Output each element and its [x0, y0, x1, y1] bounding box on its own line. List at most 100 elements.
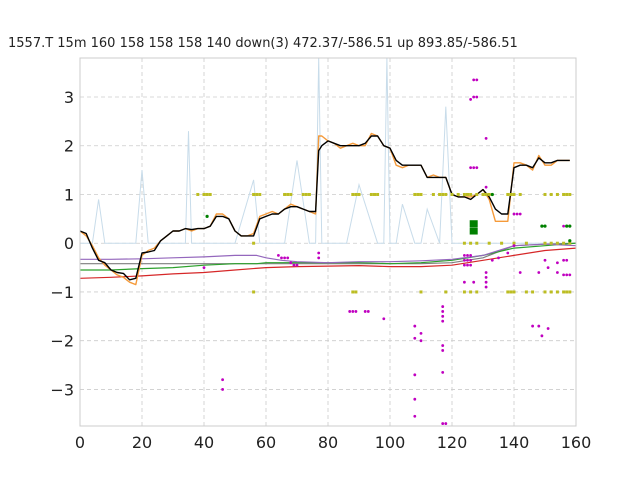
magenta-marker [413, 373, 417, 377]
magenta-marker [475, 78, 479, 82]
magenta-marker [354, 310, 358, 313]
olive-marker [562, 241, 566, 245]
y-axis: −3 −2 −1 0 1 2 3 [50, 88, 74, 399]
magenta-marker [419, 339, 423, 343]
magenta-marker [472, 95, 476, 99]
magenta-marker [484, 285, 488, 289]
olive-marker [512, 290, 516, 294]
magenta-marker [221, 388, 225, 391]
y-tick-label: 0 [64, 234, 74, 253]
olive-marker [469, 241, 473, 245]
olive-marker [444, 290, 448, 294]
magenta-marker [562, 224, 565, 228]
olive-marker [568, 290, 572, 294]
magenta-marker [441, 310, 445, 313]
olive-marker [205, 192, 209, 196]
magenta-marker [484, 185, 488, 189]
olive-marker [475, 192, 479, 196]
magenta-marker [472, 166, 476, 170]
olive-marker [500, 241, 504, 245]
magenta-marker [469, 166, 472, 170]
magenta-marker [441, 422, 445, 425]
olive-marker [354, 290, 358, 294]
magenta-marker [472, 280, 476, 284]
magenta-marker [515, 212, 519, 216]
magenta-marker [463, 263, 466, 267]
magenta-marker [292, 263, 296, 267]
magenta-marker [463, 258, 466, 262]
magenta-marker [280, 256, 283, 260]
olive-marker [487, 192, 491, 196]
magenta-marker [512, 244, 516, 248]
olive-marker [565, 290, 569, 294]
olive-marker [351, 290, 355, 294]
olive-marker [441, 192, 445, 196]
magenta-marker [537, 271, 541, 274]
magenta-marker [413, 414, 417, 418]
olive-marker [506, 192, 510, 196]
olive-marker [307, 192, 311, 196]
y-tick-label: 2 [64, 137, 74, 156]
olive-marker [562, 290, 566, 294]
olive-marker [252, 290, 256, 294]
olive-marker [444, 192, 448, 196]
olive-marker [252, 241, 256, 245]
y-tick-label: 3 [64, 88, 74, 107]
magenta-marker [543, 258, 547, 262]
magenta-marker [413, 324, 417, 328]
magenta-marker [366, 310, 370, 313]
green-marker [540, 224, 544, 228]
magenta-marker [512, 212, 516, 216]
magenta-marker [469, 263, 472, 267]
magenta-marker [463, 254, 466, 257]
olive-marker [506, 290, 510, 294]
magenta-marker [484, 280, 488, 284]
magenta-marker [540, 334, 544, 338]
magenta-marker [286, 256, 290, 260]
x-tick-label: 140 [499, 433, 530, 452]
green-marker [568, 239, 572, 243]
olive-marker [431, 192, 435, 196]
magenta-marker [289, 261, 293, 265]
magenta-marker [413, 397, 417, 401]
olive-marker [419, 290, 423, 294]
magenta-marker [221, 378, 225, 382]
magenta-marker [317, 251, 321, 255]
olive-marker [286, 192, 290, 196]
olive-marker [549, 290, 553, 294]
magenta-marker [441, 305, 445, 308]
x-tick-label: 160 [561, 433, 592, 452]
magenta-marker [565, 258, 569, 262]
magenta-marker [463, 280, 466, 284]
olive-marker [568, 192, 572, 196]
olive-marker [456, 192, 460, 196]
magenta-marker [469, 98, 472, 101]
olive-marker [208, 192, 212, 196]
x-tick-label: 40 [194, 433, 214, 452]
olive-marker [255, 192, 259, 196]
magenta-marker [472, 78, 476, 82]
magenta-marker [441, 314, 445, 318]
olive-marker [484, 192, 488, 196]
magenta-marker [497, 256, 500, 260]
olive-marker [555, 192, 559, 196]
olive-marker [469, 192, 473, 196]
green-marker [565, 224, 569, 228]
green-square-marker [469, 227, 478, 235]
olive-marker [543, 192, 547, 196]
x-tick-label: 60 [256, 433, 276, 452]
magenta-marker [202, 266, 206, 269]
olive-marker [357, 192, 361, 196]
x-tick-label: 100 [375, 433, 406, 452]
green-marker [543, 224, 547, 228]
magenta-marker [546, 266, 550, 269]
olive-marker [524, 241, 528, 245]
olive-marker [413, 192, 417, 196]
olive-marker [549, 241, 553, 245]
magenta-marker [562, 273, 565, 277]
x-tick-label: 20 [132, 433, 152, 452]
magenta-marker [466, 258, 469, 262]
magenta-marker [382, 317, 386, 321]
olive-marker [466, 192, 469, 196]
magenta-marker [556, 261, 559, 265]
